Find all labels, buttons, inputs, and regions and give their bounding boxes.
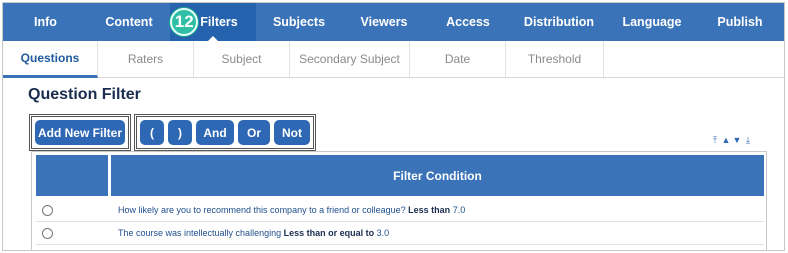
move-down-icon[interactable]: ▼ — [732, 136, 742, 145]
close-paren-button[interactable]: ) — [168, 120, 192, 145]
tab-access[interactable]: Access — [426, 3, 510, 41]
add-new-filter-button[interactable]: Add New Filter — [35, 120, 125, 145]
add-filter-group: Add New Filter — [29, 114, 131, 151]
tab-language[interactable]: Language — [608, 3, 696, 41]
condition-operator: Less than — [408, 205, 451, 215]
tab-publish-label: Publish — [717, 15, 763, 29]
open-paren-button[interactable]: ( — [140, 120, 164, 145]
tab-info[interactable]: Info — [3, 3, 88, 41]
subtab-date-label: Date — [444, 52, 471, 66]
subtab-threshold[interactable]: Threshold — [506, 41, 604, 77]
tab-language-label: Language — [622, 15, 682, 29]
tab-filters-label: Filters — [200, 15, 238, 29]
table-header: Filter Condition — [36, 155, 764, 196]
table-row: The course was intellectually challengin… — [36, 222, 764, 245]
subtab-secondary-subject[interactable]: Secondary Subject — [290, 41, 410, 77]
page-title: Question Filter — [28, 86, 141, 103]
subtab-subject-label: Subject — [221, 52, 262, 66]
subtab-date[interactable]: Date — [410, 41, 506, 77]
condition-value: 7.0 — [452, 205, 466, 215]
top-nav: Info Content 12 Filters Subjects Viewers… — [3, 3, 784, 42]
tab-distribution[interactable]: Distribution — [510, 3, 608, 41]
tab-access-label: Access — [446, 15, 490, 29]
subtab-raters-label: Raters — [127, 52, 164, 66]
tab-viewers-label: Viewers — [360, 15, 408, 29]
subtab-questions-label: Questions — [20, 51, 80, 65]
condition-question: The course was intellectually challengin… — [118, 228, 282, 238]
tab-content-label: Content — [105, 15, 153, 29]
filter-condition-header: Filter Condition — [111, 155, 764, 196]
tab-subjects[interactable]: Subjects — [256, 3, 342, 41]
filters-panel: Info Content 12 Filters Subjects Viewers… — [2, 2, 785, 251]
tab-content[interactable]: Content — [88, 3, 170, 41]
not-button[interactable]: Not — [274, 120, 310, 145]
subtab-questions[interactable]: Questions — [3, 41, 98, 78]
table-row: How likely are you to recommend this com… — [36, 199, 764, 222]
step-badge: 12 — [170, 8, 199, 36]
condition-question: How likely are you to recommend this com… — [118, 205, 406, 215]
tab-viewers[interactable]: Viewers — [342, 3, 426, 41]
tab-info-label: Info — [34, 15, 57, 29]
tab-publish[interactable]: Publish — [696, 3, 784, 41]
subtab-secondary-subject-label: Secondary Subject — [299, 52, 400, 66]
tab-filters[interactable]: 12 Filters — [170, 3, 256, 42]
sort-controls: ⤒ ▲ ▼ ⤓ — [710, 136, 753, 145]
move-to-bottom-icon[interactable]: ⤓ — [743, 136, 753, 145]
move-up-icon[interactable]: ▲ — [721, 136, 731, 145]
filter-condition: How likely are you to recommend this com… — [118, 205, 465, 215]
row-select-radio[interactable] — [42, 204, 53, 216]
filter-table: Filter Condition How likely are you to r… — [31, 151, 767, 250]
and-button[interactable]: And — [196, 120, 234, 145]
operator-group: ( ) And Or Not — [134, 114, 316, 151]
subtab-raters[interactable]: Raters — [98, 41, 194, 77]
row-select-radio[interactable] — [42, 227, 53, 239]
filter-condition: The course was intellectually challengin… — [118, 228, 389, 238]
select-column-header — [36, 155, 108, 196]
subtab-subject[interactable]: Subject — [194, 41, 290, 77]
condition-operator: Less than or equal to — [283, 228, 375, 238]
tab-distribution-label: Distribution — [523, 15, 595, 29]
sub-nav: Questions Raters Subject Secondary Subje… — [3, 41, 784, 78]
move-to-top-icon[interactable]: ⤒ — [710, 136, 720, 145]
or-button[interactable]: Or — [238, 120, 270, 145]
subtab-threshold-label: Threshold — [527, 52, 582, 66]
tab-subjects-label: Subjects — [272, 15, 326, 29]
condition-value: 3.0 — [376, 228, 390, 238]
